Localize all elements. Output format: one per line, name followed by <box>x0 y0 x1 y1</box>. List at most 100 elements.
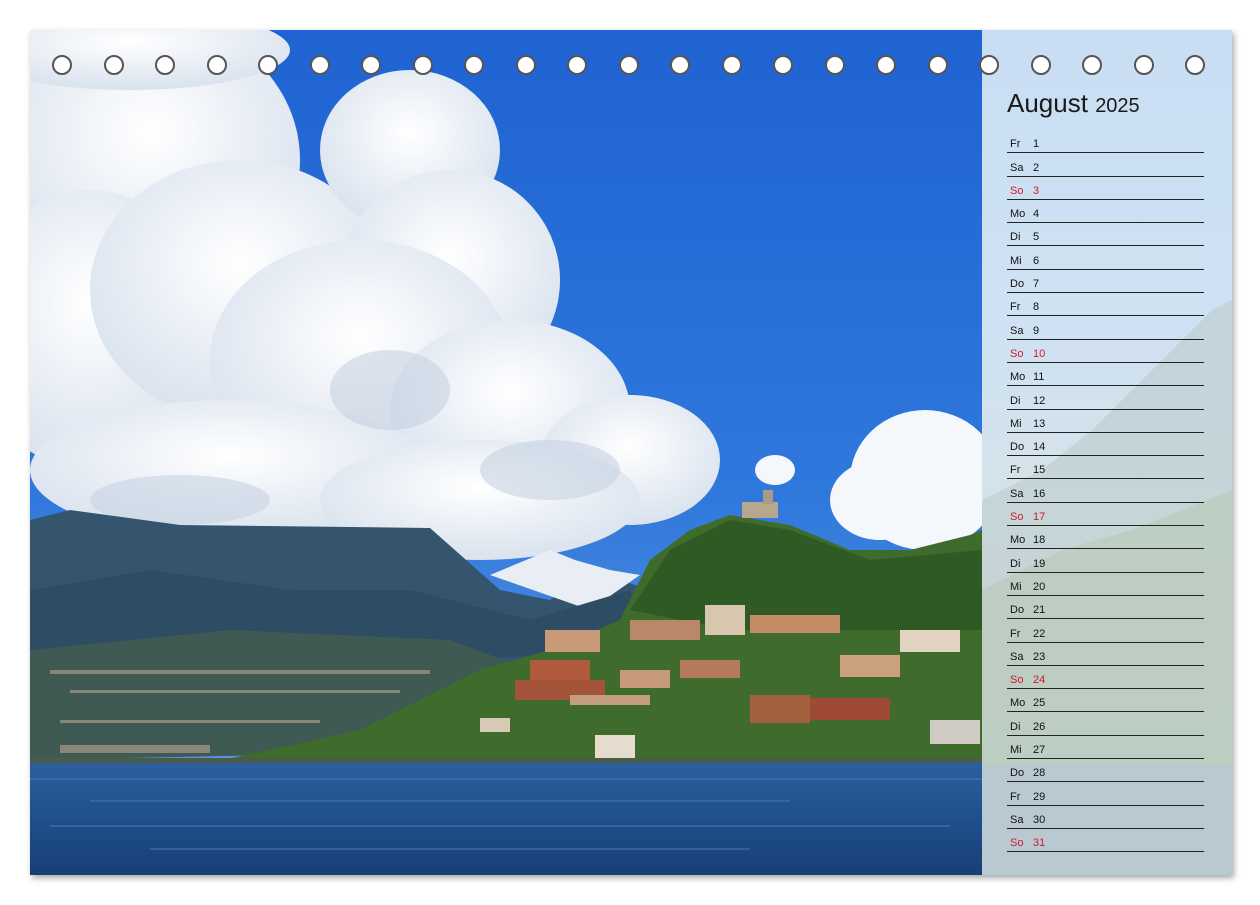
day-number: 16 <box>1033 487 1046 500</box>
day-row: Mi 6 <box>1007 246 1204 270</box>
day-row: Mi 13 <box>1007 410 1204 433</box>
binding-ring <box>1185 55 1205 75</box>
day-row: Mo 18 <box>1007 526 1204 550</box>
day-number: 8 <box>1033 301 1040 314</box>
year-label: 2025 <box>1095 95 1140 117</box>
weekday-label: Fr <box>1010 464 1021 477</box>
month-title: August 2025 <box>1007 88 1140 119</box>
binding-ring <box>567 55 587 75</box>
day-number: 31 <box>1033 837 1046 850</box>
day-row: Do 28 <box>1007 759 1204 783</box>
day-number: 14 <box>1033 441 1046 454</box>
day-number: 21 <box>1033 604 1046 617</box>
day-row: Di 19 <box>1007 549 1204 573</box>
day-number: 22 <box>1033 627 1046 640</box>
weekday-label: Sa <box>1010 650 1024 663</box>
weekday-label: Sa <box>1010 161 1024 174</box>
binding-ring <box>103 55 124 75</box>
day-number: 1 <box>1033 138 1040 151</box>
weekday-label: Mi <box>1010 417 1022 430</box>
binding-ring <box>309 55 330 75</box>
day-number: 25 <box>1033 697 1046 710</box>
binding-ring <box>979 55 999 75</box>
day-row: So 31 <box>1007 829 1204 853</box>
binding-ring <box>721 55 742 75</box>
weekday-label: Mo <box>1010 697 1026 710</box>
day-number: 11 <box>1033 371 1045 384</box>
day-number: 27 <box>1033 744 1046 757</box>
binding-ring <box>52 55 72 75</box>
binding-ring <box>1082 55 1102 75</box>
binding-ring <box>412 55 433 75</box>
day-row: So 24 <box>1007 666 1204 690</box>
day-row: Sa 2 <box>1007 153 1204 177</box>
binding-ring <box>361 55 381 75</box>
weekday-label: Mo <box>1010 534 1026 547</box>
day-number: 28 <box>1033 767 1046 780</box>
weekday-label: Di <box>1010 720 1021 733</box>
day-row: Di 5 <box>1007 223 1204 247</box>
day-number: 17 <box>1033 511 1046 524</box>
weekday-label: So <box>1010 511 1024 524</box>
calendar-page: August 2025 Fr 1 Sa 2 So 3 Mo 4 Di 5 Mi 6 Do 7 Fr 8 Sa 9 S… <box>30 30 1232 875</box>
day-number: 26 <box>1033 720 1046 733</box>
day-row: Fr 29 <box>1007 782 1204 806</box>
binding-ring <box>876 55 896 75</box>
day-row: Do 14 <box>1007 433 1204 457</box>
day-row: Do 7 <box>1007 270 1204 294</box>
day-row: Sa 23 <box>1007 643 1204 666</box>
day-row: Mi 27 <box>1007 736 1204 760</box>
day-list: Fr 1 Sa 2 So 3 Mo 4 Di 5 Mi 6 Do 7 Fr 8 Sa 9 So 10 Mo 11 Di 12 M… <box>1007 130 1204 853</box>
day-row: Sa 16 <box>1007 479 1204 503</box>
day-row: Mo 4 <box>1007 200 1204 224</box>
lake-landscape-photo <box>30 30 982 875</box>
day-number: 13 <box>1033 417 1046 430</box>
day-row: Mo 11 <box>1007 363 1204 387</box>
day-row: Fr 15 <box>1007 456 1204 480</box>
day-row: Sa 9 <box>1007 316 1204 340</box>
weekday-label: Di <box>1010 231 1021 244</box>
day-number: 23 <box>1033 650 1046 663</box>
weekday-label: Do <box>1010 278 1025 291</box>
day-row: Di 12 <box>1007 386 1204 410</box>
binding-ring <box>1030 55 1051 75</box>
day-number: 6 <box>1033 254 1040 267</box>
weekday-label: Mi <box>1010 744 1022 757</box>
day-number: 19 <box>1033 557 1046 570</box>
month-name: August <box>1007 88 1088 118</box>
weekday-label: Di <box>1010 557 1021 570</box>
binding-ring <box>824 55 845 75</box>
weekday-label: Mi <box>1010 580 1022 593</box>
weekday-label: Fr <box>1010 138 1021 151</box>
day-number: 18 <box>1033 534 1046 547</box>
weekday-label: Do <box>1010 767 1025 780</box>
weekday-label: So <box>1010 674 1024 687</box>
day-number: 3 <box>1033 184 1040 197</box>
binding-ring <box>464 55 484 75</box>
binding-ring <box>670 55 690 75</box>
weekday-label: Fr <box>1010 790 1021 803</box>
day-number: 2 <box>1033 161 1040 174</box>
day-row: Do 21 <box>1007 596 1204 620</box>
day-number: 5 <box>1033 231 1040 244</box>
weekday-label: So <box>1010 837 1024 850</box>
weekday-label: Fr <box>1010 301 1021 314</box>
binding-ring <box>1133 55 1154 75</box>
binding-ring <box>773 55 793 75</box>
weekday-label: Sa <box>1010 324 1024 337</box>
day-row: Fr 1 <box>1007 130 1204 154</box>
weekday-label: Sa <box>1010 813 1024 826</box>
weekday-label: Mo <box>1010 371 1026 384</box>
day-number: 24 <box>1033 674 1046 687</box>
day-row: Di 26 <box>1007 712 1204 736</box>
binding-ring <box>927 55 948 75</box>
weekday-label: Fr <box>1010 627 1021 640</box>
day-number: 9 <box>1033 324 1040 337</box>
weekday-label: So <box>1010 347 1024 360</box>
binding-ring <box>515 55 536 75</box>
day-number: 12 <box>1033 394 1046 407</box>
day-row: Fr 8 <box>1007 293 1204 317</box>
day-number: 10 <box>1033 347 1046 360</box>
binding-ring <box>206 55 227 75</box>
day-row: So 17 <box>1007 503 1204 527</box>
